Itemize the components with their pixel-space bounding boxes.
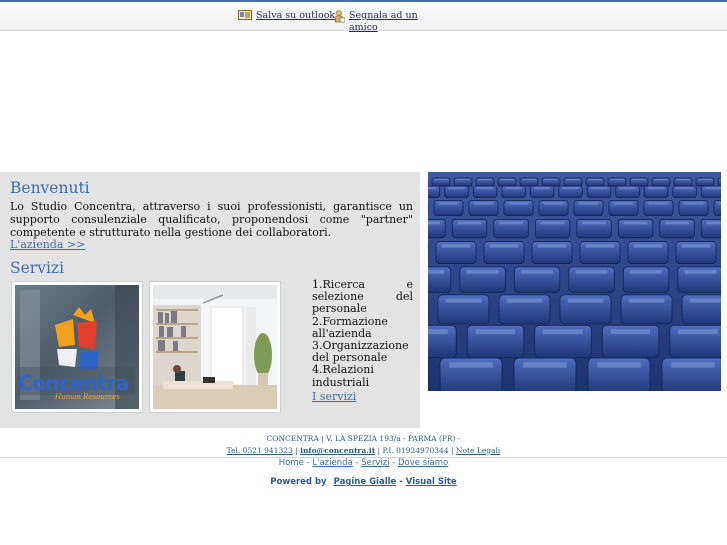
- save-outlook-label: Salva su outlook: [256, 10, 336, 21]
- concentra-logo-photo: Concentra Human Resources: [11, 281, 143, 413]
- nav-services[interactable]: Servizi: [361, 458, 389, 468]
- legal-notes-link[interactable]: Note Legali: [456, 446, 500, 455]
- logo-wordmark: Concentra: [18, 371, 129, 395]
- office-photo: [149, 281, 281, 413]
- share-friend-link[interactable]: Segnala ad un amico: [334, 10, 420, 34]
- footer-nav: Home - L'azienda - Servizi - Dove siamo: [278, 458, 449, 468]
- list-item: 4.Relazioni industriali: [312, 363, 374, 389]
- nav-location[interactable]: Dove siamo: [398, 458, 448, 468]
- list-item: 2.Formazione all'azienda: [312, 314, 388, 340]
- services-link[interactable]: I servizi: [312, 390, 356, 403]
- powered-label: Powered by: [270, 477, 327, 487]
- share-friend-label: Segnala ad un amico: [349, 10, 418, 33]
- pagine-gialle-link[interactable]: Pagine Gialle: [334, 477, 397, 487]
- company-link[interactable]: L'azienda >>: [10, 238, 85, 251]
- email-text: info@concentra.it: [300, 446, 376, 455]
- footer-address: CONCENTRA | V. LA SPEZIA 193/a - PARMA (…: [266, 434, 461, 443]
- email-link[interactable]: info@concentra.it: [300, 446, 375, 455]
- welcome-text: Lo Studio Concentra, attraverso i suoi p…: [10, 200, 413, 239]
- list-item: 3.Organizzazione del personale: [312, 339, 409, 365]
- logo-subtitle: Human Resources: [55, 393, 120, 401]
- powered-by: Powered by Pagine Gialle - Visual Site: [270, 477, 457, 487]
- services-list: 1.Ricerca e selezione del personale 2.Fo…: [312, 278, 413, 389]
- phone-link[interactable]: Tel. 0521 941323: [227, 446, 293, 455]
- nav-home[interactable]: Home: [279, 458, 304, 468]
- vat-number: P.I. 01924970344: [382, 446, 449, 455]
- nav-company[interactable]: L'azienda: [312, 458, 352, 468]
- visual-site-link[interactable]: Visual Site: [406, 477, 457, 487]
- save-outlook-link[interactable]: Salva su outlook: [238, 10, 335, 23]
- list-item: 1.Ricerca e selezione del personale: [312, 278, 413, 316]
- welcome-title: Benvenuti: [10, 179, 90, 197]
- footer-contacts: Tel. 0521 941323 | info@concentra.it | P…: [226, 446, 501, 455]
- services-title: Servizi: [10, 259, 65, 277]
- person-share-icon: [334, 10, 346, 27]
- outlook-card-icon: [238, 10, 252, 23]
- top-toolbar: Salva su outlook Segnala ad un amico: [0, 0, 727, 34]
- stadium-seats-photo: [428, 172, 721, 391]
